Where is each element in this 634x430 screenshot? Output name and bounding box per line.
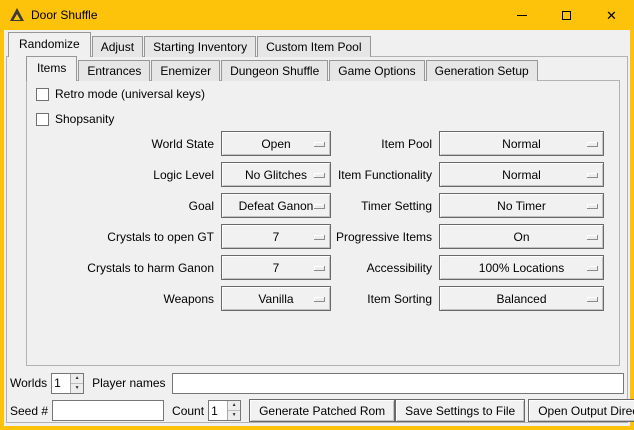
world-state-value: Open xyxy=(261,137,290,151)
main-tab-bar: Randomize Adjust Starting Inventory Cust… xyxy=(8,32,372,57)
count-spinbox: ▲ ▼ xyxy=(208,400,241,421)
item-functionality-row: Item Functionality Normal xyxy=(302,162,604,187)
count-spin-up-icon[interactable]: ▲ xyxy=(228,401,240,411)
title-bar[interactable]: Door Shuffle ✕ xyxy=(0,0,634,30)
count-spin-arrows: ▲ ▼ xyxy=(227,401,240,420)
dropdown-indicator-icon xyxy=(587,173,598,178)
dropdown-indicator-icon xyxy=(587,142,598,147)
worlds-spin-up-icon[interactable]: ▲ xyxy=(71,374,83,384)
player-names-label: Player names xyxy=(92,376,165,390)
accessibility-value: 100% Locations xyxy=(479,261,564,275)
crystals-ganon-row: Crystals to harm Ganon 7 xyxy=(32,255,331,280)
world-state-row: World State Open xyxy=(32,131,331,156)
item-pool-value: Normal xyxy=(502,137,541,151)
logic-level-label: Logic Level xyxy=(32,168,214,182)
seed-input[interactable] xyxy=(52,400,164,421)
item-pool-row: Item Pool Normal xyxy=(302,131,604,156)
weapons-value: Vanilla xyxy=(258,292,293,306)
crystals-ganon-label: Crystals to harm Ganon xyxy=(32,261,214,275)
progressive-items-label: Progressive Items xyxy=(302,230,432,244)
progressive-items-value: On xyxy=(513,230,529,244)
maximize-icon xyxy=(562,11,571,20)
count-input[interactable] xyxy=(209,401,227,420)
world-state-label: World State xyxy=(32,137,214,151)
window-title: Door Shuffle xyxy=(31,8,98,22)
tab-game-options[interactable]: Game Options xyxy=(329,60,424,81)
item-pool-label: Item Pool xyxy=(302,137,432,151)
minimize-button[interactable] xyxy=(499,0,544,30)
item-sorting-label: Item Sorting xyxy=(302,292,432,306)
crystals-gt-row: Crystals to open GT 7 xyxy=(32,224,331,249)
maximize-button[interactable] xyxy=(544,0,589,30)
shopsanity-checkbox[interactable] xyxy=(36,113,49,126)
retro-mode-checkbox[interactable] xyxy=(36,88,49,101)
dropdown-indicator-icon xyxy=(587,235,598,240)
player-names-input[interactable] xyxy=(172,373,625,394)
timer-setting-value: No Timer xyxy=(497,199,546,213)
seed-label: Seed # xyxy=(10,404,48,418)
worlds-spinbox: ▲ ▼ xyxy=(51,373,84,394)
tab-starting-inventory[interactable]: Starting Inventory xyxy=(144,36,256,57)
close-icon: ✕ xyxy=(606,9,617,22)
minimize-icon xyxy=(517,15,527,16)
logic-level-value: No Glitches xyxy=(245,168,307,182)
window-content: Randomize Adjust Starting Inventory Cust… xyxy=(4,30,630,426)
seed-row: Seed # Count ▲ ▼ Generate Patched Rom Sa… xyxy=(10,399,624,422)
weapons-label: Weapons xyxy=(32,292,214,306)
progressive-items-row: Progressive Items On xyxy=(302,224,604,249)
tab-generation-setup[interactable]: Generation Setup xyxy=(426,60,538,81)
retro-mode-label: Retro mode (universal keys) xyxy=(55,87,205,101)
app-window: Door Shuffle ✕ Randomize Adjust Starting… xyxy=(0,0,634,430)
tab-entrances[interactable]: Entrances xyxy=(78,60,150,81)
logic-level-row: Logic Level No Glitches xyxy=(32,162,331,187)
progressive-items-dropdown[interactable]: On xyxy=(439,224,604,249)
crystals-gt-value: 7 xyxy=(273,230,280,244)
item-sorting-dropdown[interactable]: Balanced xyxy=(439,286,604,311)
count-label: Count xyxy=(172,404,204,418)
item-sorting-value: Balanced xyxy=(496,292,546,306)
worlds-row: Worlds ▲ ▼ Player names xyxy=(10,372,624,394)
tab-adjust[interactable]: Adjust xyxy=(92,36,143,57)
open-output-directory-button[interactable]: Open Output Directory xyxy=(528,399,634,422)
timer-setting-dropdown[interactable]: No Timer xyxy=(439,193,604,218)
weapons-row: Weapons Vanilla xyxy=(32,286,331,311)
worlds-input[interactable] xyxy=(52,374,70,393)
timer-setting-label: Timer Setting xyxy=(302,199,432,213)
goal-row: Goal Defeat Ganon xyxy=(32,193,331,218)
goal-label: Goal xyxy=(32,199,214,213)
tab-custom-item-pool[interactable]: Custom Item Pool xyxy=(257,36,370,57)
dropdown-indicator-icon xyxy=(587,204,598,209)
item-functionality-dropdown[interactable]: Normal xyxy=(439,162,604,187)
dropdown-indicator-icon xyxy=(587,266,598,271)
item-functionality-value: Normal xyxy=(502,168,541,182)
worlds-spin-arrows: ▲ ▼ xyxy=(70,374,83,393)
retro-mode-row: Retro mode (universal keys) xyxy=(36,86,205,102)
worlds-spin-down-icon[interactable]: ▼ xyxy=(71,384,83,393)
timer-setting-row: Timer Setting No Timer xyxy=(302,193,604,218)
accessibility-dropdown[interactable]: 100% Locations xyxy=(439,255,604,280)
app-icon xyxy=(9,7,25,23)
tab-items[interactable]: Items xyxy=(26,56,77,81)
generate-patched-rom-button[interactable]: Generate Patched Rom xyxy=(249,399,395,422)
dropdown-indicator-icon xyxy=(587,297,598,302)
accessibility-row: Accessibility 100% Locations xyxy=(302,255,604,280)
count-spin-down-icon[interactable]: ▼ xyxy=(228,411,240,420)
close-button[interactable]: ✕ xyxy=(589,0,634,30)
save-settings-button[interactable]: Save Settings to File xyxy=(395,399,525,422)
tab-randomize[interactable]: Randomize xyxy=(8,32,91,57)
tab-dungeon-shuffle[interactable]: Dungeon Shuffle xyxy=(221,60,328,81)
sub-notebook-frame xyxy=(26,80,620,366)
item-functionality-label: Item Functionality xyxy=(302,168,432,182)
crystals-ganon-value: 7 xyxy=(273,261,280,275)
shopsanity-label: Shopsanity xyxy=(55,112,114,126)
window-controls: ✕ xyxy=(499,0,634,30)
tab-enemizer[interactable]: Enemizer xyxy=(151,60,220,81)
item-sorting-row: Item Sorting Balanced xyxy=(302,286,604,311)
accessibility-label: Accessibility xyxy=(302,261,432,275)
crystals-gt-label: Crystals to open GT xyxy=(32,230,214,244)
shopsanity-row: Shopsanity xyxy=(36,111,114,127)
item-pool-dropdown[interactable]: Normal xyxy=(439,131,604,156)
sub-tab-bar: Items Entrances Enemizer Dungeon Shuffle… xyxy=(26,56,539,81)
worlds-label: Worlds xyxy=(10,376,47,390)
